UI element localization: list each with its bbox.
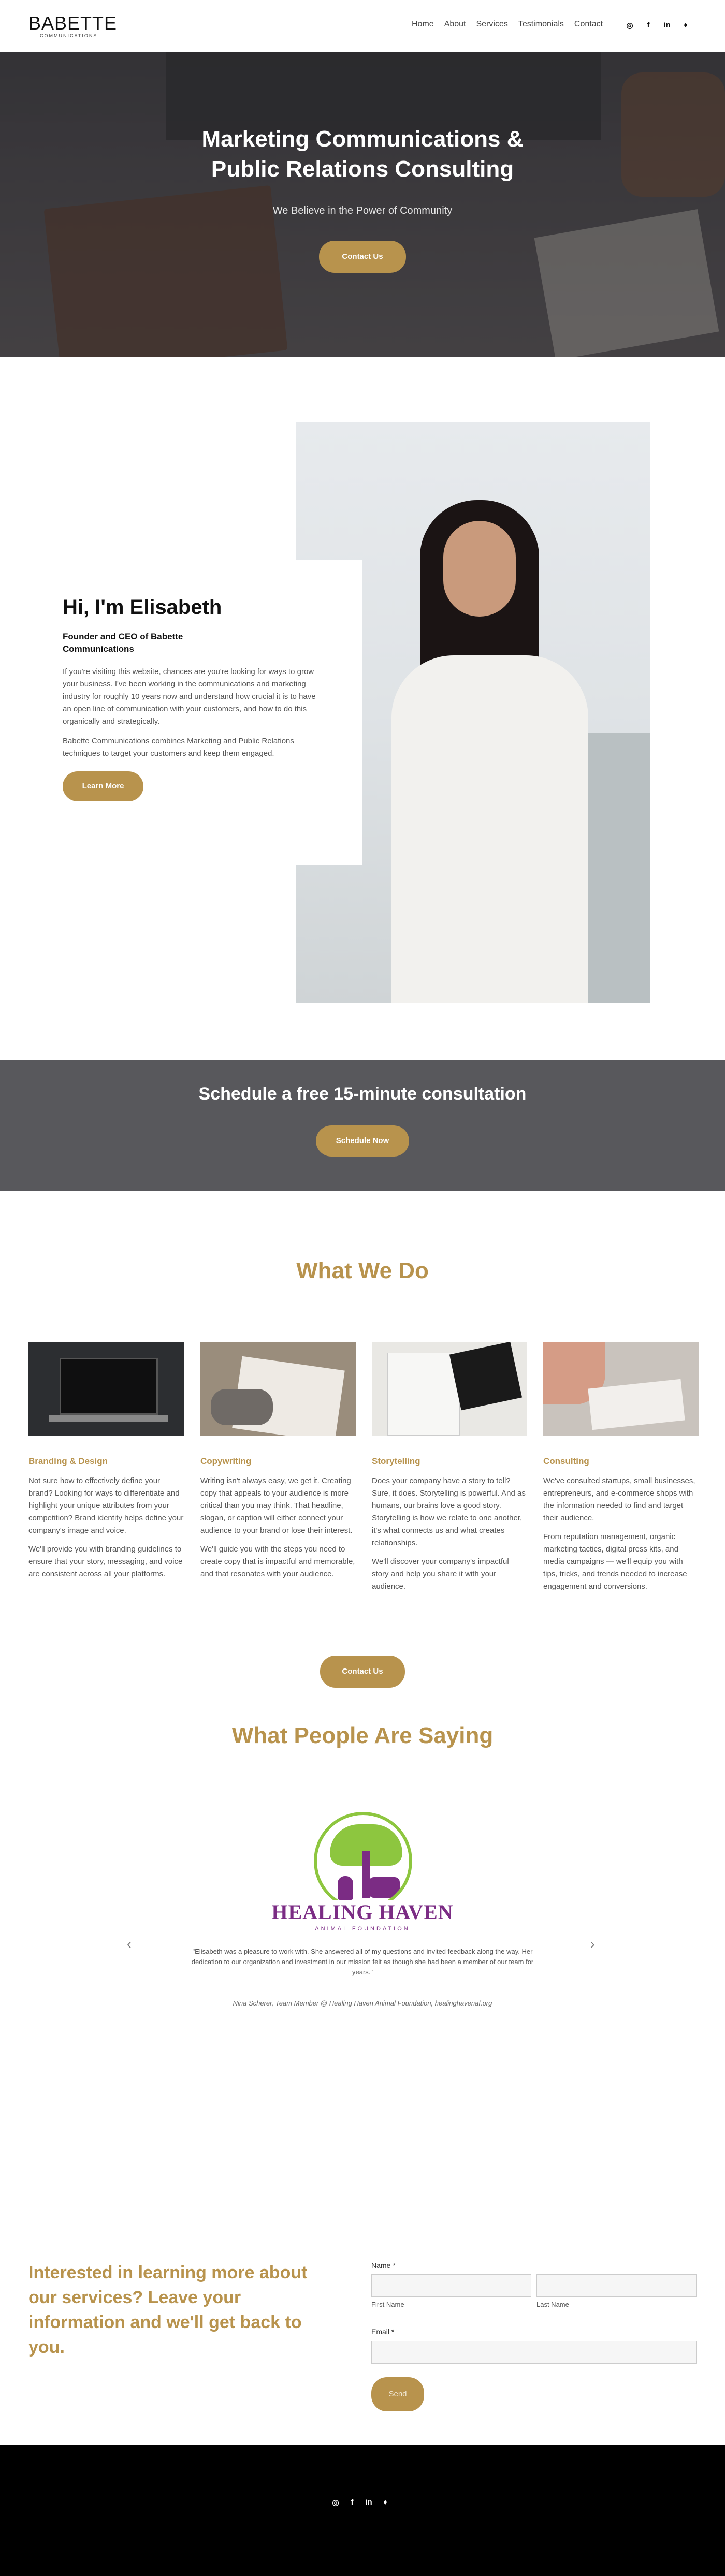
logo-wordmark: BABETTE bbox=[28, 12, 118, 34]
logo-subtitle: COMMUNICATIONS bbox=[40, 33, 98, 38]
name-label: Name * bbox=[371, 2261, 396, 2270]
service-storytelling-p2: We'll discover your company's impactful … bbox=[372, 1557, 509, 1591]
service-branding-p1: Not sure how to effectively define your … bbox=[28, 1476, 184, 1535]
consultation-band: Schedule a free 15-minute consultation S… bbox=[0, 1060, 725, 1191]
first-name-input[interactable] bbox=[371, 2274, 531, 2297]
hero-title-line1: Marketing Communications & bbox=[201, 126, 524, 152]
about-paragraph-1: If you're visiting this website, chances… bbox=[63, 667, 316, 726]
service-copywriting-p2: We'll guide you with the steps you need … bbox=[200, 1545, 355, 1578]
carousel-next-icon[interactable]: › bbox=[590, 1936, 595, 1952]
nav-home[interactable]: Home bbox=[412, 20, 434, 31]
hero-subtitle: We Believe in the Power of Community bbox=[272, 205, 453, 216]
facebook-icon[interactable]: f bbox=[348, 2498, 356, 2507]
header-social-links: ◎ f in ♦ bbox=[625, 21, 690, 30]
nav-testimonials[interactable]: Testimonials bbox=[518, 20, 564, 31]
first-name-sublabel: First Name bbox=[371, 2301, 404, 2308]
service-storytelling: Storytelling Does your company have a st… bbox=[372, 1342, 527, 1593]
service-branding: Branding & Design Not sure how to effect… bbox=[28, 1342, 184, 1580]
nav-services[interactable]: Services bbox=[476, 20, 508, 31]
twitter-icon[interactable]: ♦ bbox=[681, 21, 690, 30]
site-logo[interactable]: BABETTE COMMUNICATIONS bbox=[28, 12, 118, 38]
last-name-input[interactable] bbox=[536, 2274, 697, 2297]
footer-social-links: ◎ f in ♦ bbox=[331, 2498, 389, 2507]
instagram-icon[interactable]: ◎ bbox=[625, 21, 634, 30]
twitter-icon[interactable]: ♦ bbox=[381, 2498, 389, 2507]
main-nav: Home About Services Testimonials Contact bbox=[412, 20, 603, 31]
site-footer: ◎ f in ♦ bbox=[0, 2445, 725, 2576]
service-consulting-p1: We've consulted startups, small business… bbox=[543, 1476, 695, 1523]
service-copywriting-p1: Writing isn't always easy, we get it. Cr… bbox=[200, 1476, 353, 1535]
linkedin-icon[interactable]: in bbox=[365, 2498, 373, 2507]
hero-title-line2: Public Relations Consulting bbox=[211, 156, 514, 182]
photo-dress-shape bbox=[392, 655, 588, 1003]
service-copywriting-image bbox=[200, 1342, 356, 1436]
instagram-icon[interactable]: ◎ bbox=[331, 2498, 340, 2507]
service-consulting-title: Consulting bbox=[543, 1456, 589, 1466]
facebook-icon[interactable]: f bbox=[644, 21, 653, 30]
linkedin-icon[interactable]: in bbox=[662, 21, 672, 30]
consultation-title: Schedule a free 15-minute consultation bbox=[198, 1084, 527, 1104]
send-button[interactable]: Send bbox=[371, 2377, 424, 2411]
healing-haven-logo bbox=[314, 1812, 412, 1910]
photo-face-shape bbox=[443, 521, 516, 617]
schedule-now-button[interactable]: Schedule Now bbox=[316, 1125, 409, 1157]
service-consulting: Consulting We've consulted startups, sma… bbox=[543, 1342, 699, 1593]
contact-heading: Interested in learning more about our se… bbox=[28, 2263, 308, 2357]
service-storytelling-title: Storytelling bbox=[372, 1456, 421, 1466]
logo-horse-figure bbox=[369, 1877, 400, 1898]
service-branding-p2: We'll provide you with branding guidelin… bbox=[28, 1545, 183, 1578]
hero-overlay bbox=[0, 52, 725, 357]
site-header: BABETTE COMMUNICATIONS Home About Servic… bbox=[0, 0, 725, 52]
logo-organization-tagline: ANIMAL FOUNDATION bbox=[315, 1926, 410, 1932]
service-copywriting: Copywriting Writing isn't always easy, w… bbox=[200, 1342, 356, 1580]
service-consulting-image bbox=[543, 1342, 699, 1436]
about-role: Founder and CEO of Babette Communication… bbox=[63, 632, 183, 654]
nav-contact[interactable]: Contact bbox=[574, 20, 603, 31]
service-branding-title: Branding & Design bbox=[28, 1456, 108, 1466]
service-branding-image bbox=[28, 1342, 184, 1436]
service-consulting-p2: From reputation management, organic mark… bbox=[543, 1532, 687, 1591]
service-storytelling-p1: Does your company have a story to tell? … bbox=[372, 1476, 526, 1547]
learn-more-button[interactable]: Learn More bbox=[63, 771, 143, 801]
testimonial-quote: "Elisabeth was a pleasure to work with. … bbox=[191, 1948, 534, 1976]
hero-contact-button[interactable]: Contact Us bbox=[319, 241, 406, 273]
last-name-sublabel: Last Name bbox=[536, 2301, 569, 2308]
services-title: What We Do bbox=[296, 1258, 429, 1283]
logo-child-figure bbox=[338, 1876, 353, 1900]
services-contact-button[interactable]: Contact Us bbox=[320, 1656, 405, 1688]
carousel-prev-icon[interactable]: ‹ bbox=[127, 1936, 132, 1952]
hero-section: Marketing Communications & Public Relati… bbox=[0, 52, 725, 357]
email-label: Email * bbox=[371, 2328, 395, 2336]
testimonial-author: Nina Scherer, Team Member @ Healing Have… bbox=[233, 1999, 492, 2007]
service-copywriting-title: Copywriting bbox=[200, 1456, 252, 1466]
hero-title: Marketing Communications & Public Relati… bbox=[0, 124, 725, 184]
service-storytelling-image bbox=[372, 1342, 527, 1436]
testimonials-title: What People Are Saying bbox=[231, 1723, 494, 1748]
about-title: Hi, I'm Elisabeth bbox=[63, 596, 222, 619]
nav-about[interactable]: About bbox=[444, 20, 466, 31]
logo-organization-name: HEALING HAVEN bbox=[264, 1900, 461, 1924]
about-card: Hi, I'm Elisabeth Founder and CEO of Bab… bbox=[44, 560, 363, 865]
about-paragraph-2: Babette Communications combines Marketin… bbox=[63, 737, 294, 758]
email-input[interactable] bbox=[371, 2341, 697, 2364]
